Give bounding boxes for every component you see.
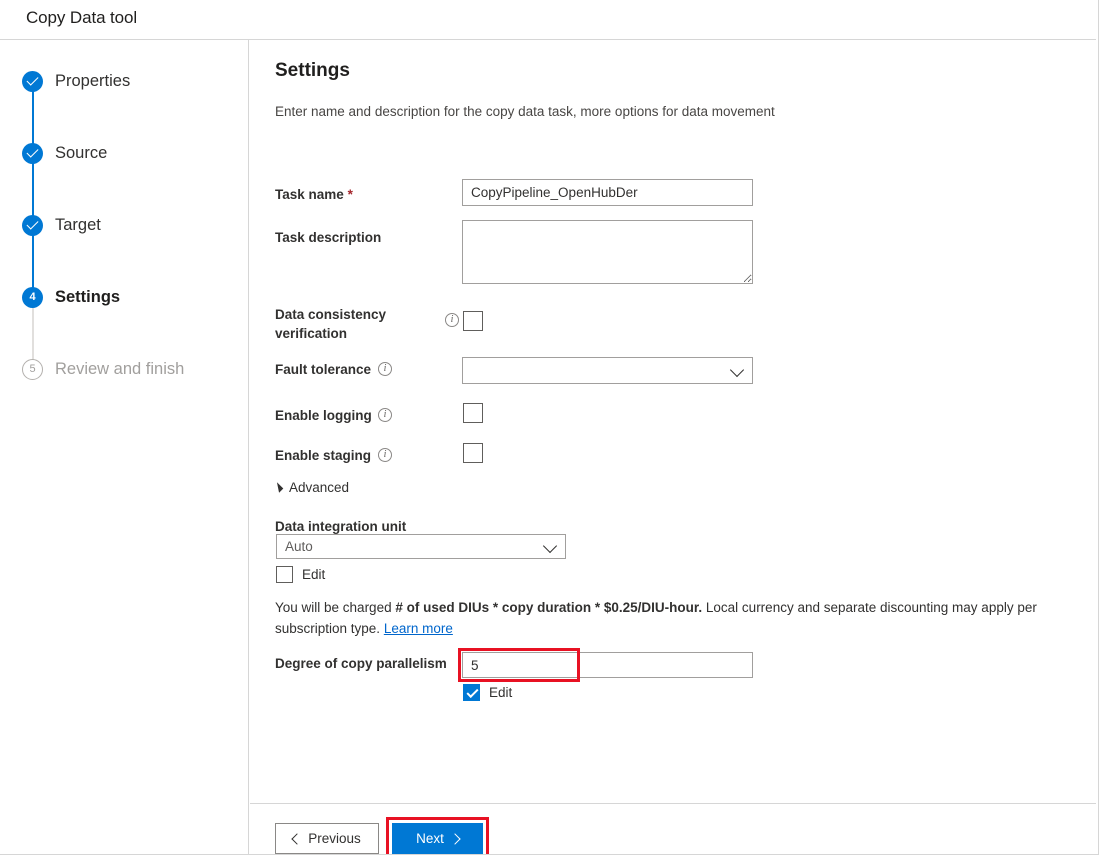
step-number-badge: 4 [22,287,43,308]
data-integration-unit-edit-checkbox[interactable] [276,566,293,583]
step-number-badge: 5 [22,359,43,380]
sidebar-step-review-and-finish[interactable]: 5 Review and finish [22,357,184,381]
required-indicator: * [348,187,353,202]
step-check-icon [22,143,43,164]
copy-data-tool-window: Copy Data tool Properties Source Target … [0,0,1099,855]
data-consistency-label: Data consistency verification [275,305,445,343]
wizard-sidebar: Properties Source Target 4 Settings 5 Re… [0,40,249,855]
settings-panel: Settings Enter name and description for … [250,40,1096,855]
sidebar-step-label: Properties [55,72,130,91]
fault-tolerance-info-icon[interactable]: i [378,362,392,376]
data-integration-unit-value: Auto [285,539,313,554]
enable-logging-label: Enable logging [275,406,372,425]
enable-logging-label-text: Enable logging [275,408,372,423]
parallelism-edit-label: Edit [489,685,512,700]
step-check-icon [22,71,43,92]
sidebar-step-label: Review and finish [55,360,184,379]
task-name-input[interactable] [462,179,753,206]
fault-tolerance-label-text: Fault tolerance [275,362,371,377]
previous-button-label: Previous [308,831,361,846]
data-integration-unit-label-text: Data integration unit [275,519,406,534]
wizard-step-list: Properties Source Target 4 Settings 5 Re… [0,40,249,400]
task-description-textarea[interactable] [462,220,753,284]
next-button[interactable]: Next [392,823,483,854]
data-integration-unit-select[interactable]: Auto [276,534,566,559]
window-titlebar: Copy Data tool [0,0,1096,40]
learn-more-link[interactable]: Learn more [384,621,453,636]
enable-staging-label: Enable staging [275,446,371,465]
sidebar-step-properties[interactable]: Properties [22,69,130,93]
parallelism-input[interactable] [462,652,753,678]
charge-note-prefix: You will be charged [275,600,395,615]
chevron-down-icon [730,362,744,376]
task-name-label: Task name * [275,185,353,204]
charge-note-bold: # of used DIUs * copy duration * $0.25/D… [395,600,702,615]
page-subtitle: Enter name and description for the copy … [275,104,775,119]
parallelism-label: Degree of copy parallelism [275,654,447,673]
enable-logging-info-icon[interactable]: i [378,408,392,422]
chevron-left-icon [292,833,303,844]
sidebar-step-label: Source [55,144,107,163]
data-integration-unit-edit-label: Edit [302,567,325,582]
step-check-icon [22,215,43,236]
wizard-footer: Previous Next [250,803,1096,855]
sidebar-step-target[interactable]: Target [22,213,101,237]
diu-charge-note: You will be charged # of used DIUs * cop… [275,597,1093,639]
enable-logging-checkbox[interactable] [463,403,483,423]
caret-down-icon [273,482,284,493]
sidebar-step-label: Target [55,216,101,235]
next-button-label: Next [416,831,444,846]
fault-tolerance-label: Fault tolerance [275,360,371,379]
enable-staging-label-text: Enable staging [275,448,371,463]
previous-button[interactable]: Previous [275,823,379,854]
enable-staging-info-icon[interactable]: i [378,448,392,462]
chevron-down-icon [543,538,557,552]
data-consistency-info-icon[interactable]: i [445,313,459,327]
task-description-label: Task description [275,228,381,247]
sidebar-step-label: Settings [55,288,120,307]
task-description-label-text: Task description [275,230,381,245]
chevron-right-icon [449,833,460,844]
task-name-label-text: Task name [275,187,344,202]
advanced-label: Advanced [289,480,349,495]
window-title: Copy Data tool [26,8,137,28]
advanced-section-toggle[interactable]: Advanced [275,480,349,495]
data-consistency-checkbox[interactable] [463,311,483,331]
data-consistency-label-text: Data consistency verification [275,307,386,341]
fault-tolerance-select[interactable] [462,357,753,384]
parallelism-label-text: Degree of copy parallelism [275,656,447,671]
parallelism-edit-checkbox[interactable] [463,684,480,701]
page-title: Settings [275,60,350,82]
sidebar-step-source[interactable]: Source [22,141,107,165]
sidebar-step-settings[interactable]: 4 Settings [22,285,120,309]
enable-staging-checkbox[interactable] [463,443,483,463]
